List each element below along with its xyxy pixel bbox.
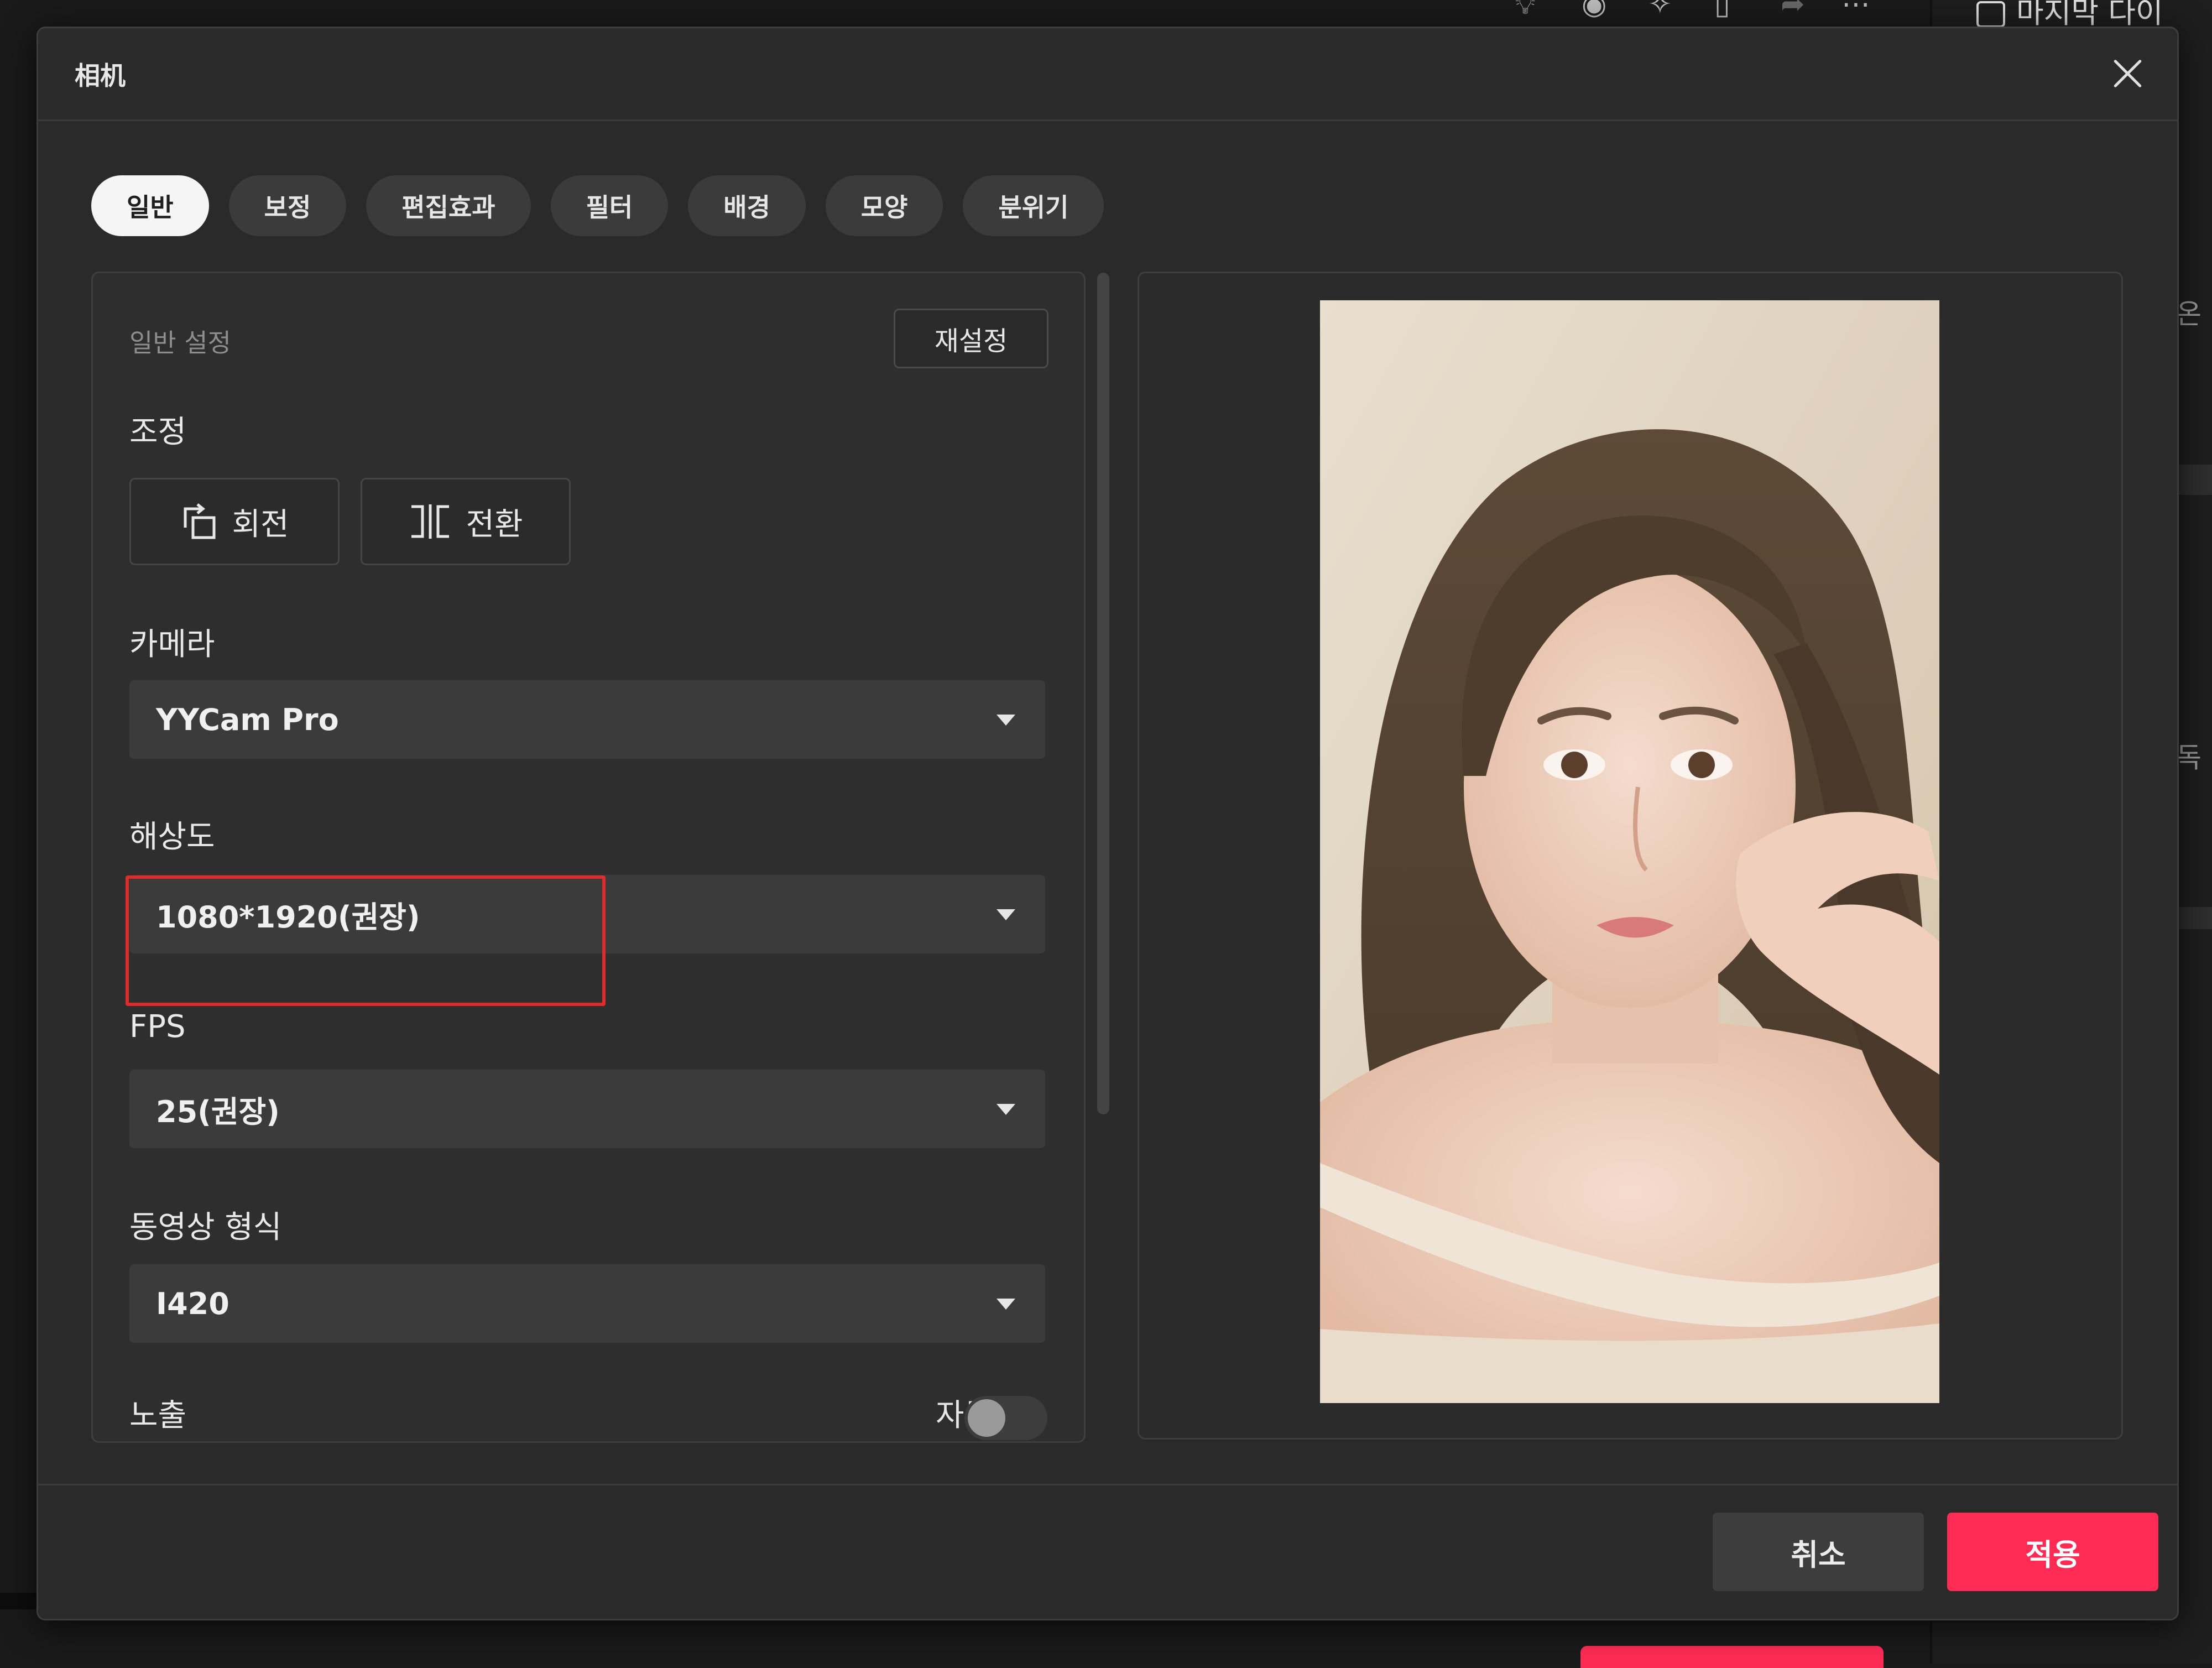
background-fragment: 독 [2176,742,2201,774]
dialog-title: 相机 [75,61,126,91]
section-title: 일반 설정 [129,328,231,358]
share-icon[interactable]: ➦ [1781,0,1805,19]
rotate-icon [184,503,216,539]
camera-select[interactable]: YYCam Pro [129,680,1045,759]
tab-general[interactable]: 일반 [91,175,209,236]
rotate-button[interactable]: 회전 [129,478,340,565]
flip-label: 전환 [466,506,523,543]
background-fragment: 온 [2176,298,2201,330]
fps-value: 25(권장) [156,1094,280,1129]
toggle-knob [968,1399,1005,1437]
record-icon[interactable]: ◉ [1582,0,1606,19]
camera-preview-image [1320,300,1939,1403]
background-edge [0,1593,39,1609]
fps-select[interactable]: 25(권장) [129,1070,1045,1148]
apply-button[interactable]: 적용 [1947,1513,2158,1591]
phone-icon[interactable]: ▯ [1714,0,1730,19]
close-icon[interactable] [2105,51,2150,96]
chevron-down-icon [997,715,1015,726]
reset-button[interactable]: 재설정 [894,309,1048,368]
tab-effects[interactable]: 편집효과 [366,175,531,236]
background-strip [2176,907,2212,929]
video-format-select[interactable]: I420 [129,1264,1045,1343]
tab-mood[interactable]: 분위기 [963,175,1104,236]
cancel-button[interactable]: 취소 [1713,1513,1924,1591]
resolution-label: 해상도 [129,819,215,855]
rotate-label: 회전 [232,506,289,543]
more-icon[interactable]: ⋯ [1841,0,1870,19]
tab-filter[interactable]: 필터 [550,175,669,236]
portrait-illustration [1320,300,1939,1403]
flip-icon [411,504,450,539]
lightbulb-icon[interactable]: 💡︎ [1515,0,1535,19]
camera-value: YYCam Pro [156,702,339,737]
chevron-down-icon [997,909,1015,920]
tab-retouch[interactable]: 보정 [228,175,347,236]
dialog-titlebar: 相机 [38,28,2177,121]
settings-scrollbar[interactable] [1097,273,1109,1114]
flip-button[interactable]: 전환 [361,478,571,565]
chevron-down-icon [997,1299,1015,1310]
tab-background[interactable]: 배경 [688,175,806,236]
tab-shape[interactable]: 모양 [825,175,943,236]
footer-divider [38,1484,2177,1485]
chevron-down-icon [997,1104,1015,1115]
tab-bar: 일반 보정 편집효과 필터 배경 모양 분위기 [91,175,1104,236]
adjust-label: 조정 [129,414,187,450]
sparkle-icon[interactable]: ✧ [1648,0,1672,19]
exposure-label: 노출 [129,1398,187,1434]
image-icon [1976,1,2005,28]
fps-label: FPS [129,1009,186,1045]
camera-dialog: 相机 일반 보정 편집효과 필터 배경 모양 분위기 일반 설정 재설정 조정 … [36,27,2179,1620]
background-primary-button[interactable] [1580,1646,1884,1668]
video-format-value: I420 [156,1286,229,1321]
video-format-label: 동영상 형식 [129,1210,282,1245]
camera-label: 카메라 [129,627,215,663]
highlight-box [126,875,606,1006]
general-settings-panel: 일반 설정 재설정 조정 회전 전환 카메라 YYCam Pro 해상도 108… [91,272,1086,1443]
auto-exposure-toggle[interactable] [964,1396,1047,1440]
background-strip [2176,465,2212,495]
